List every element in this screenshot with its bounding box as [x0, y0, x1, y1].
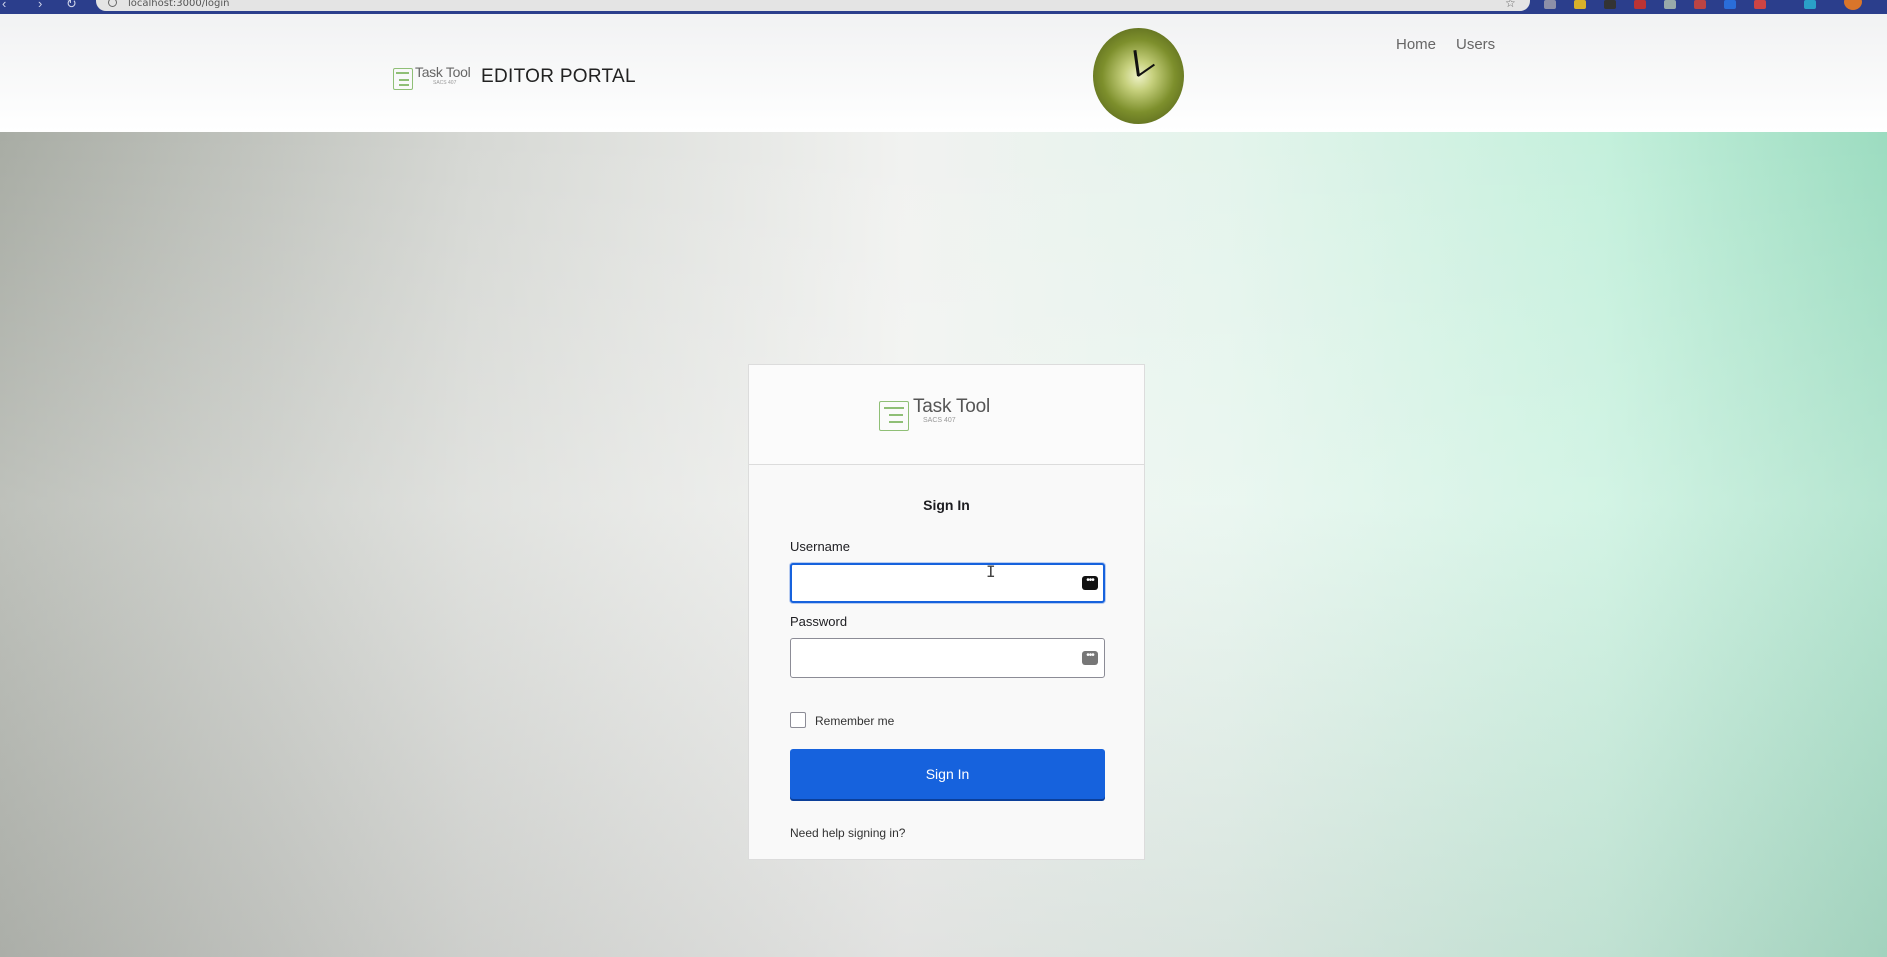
extension-icon[interactable]	[1754, 0, 1766, 9]
password-manager-icon[interactable]: •••	[1082, 576, 1098, 590]
sign-in-heading: Sign In	[923, 497, 970, 513]
kiwi-clock-image	[1093, 28, 1184, 124]
logo-subtext: SACS 407	[923, 417, 956, 424]
profile-avatar[interactable]	[1844, 0, 1862, 10]
extension-icon[interactable]	[1664, 0, 1676, 9]
extension-icon[interactable]	[1544, 0, 1556, 9]
reload-icon[interactable]: ↻	[66, 0, 77, 12]
back-icon[interactable]: ‹	[2, 0, 6, 11]
sign-in-button[interactable]: Sign In	[790, 749, 1105, 799]
remember-me-checkbox[interactable]	[790, 712, 806, 728]
password-manager-icon[interactable]: •••	[1082, 651, 1098, 665]
address-url: localhost:3000/login	[128, 0, 230, 9]
site-header: Task Tool SACS 407 EDITOR PORTAL Home Us…	[0, 14, 1887, 132]
login-card-header: Task Tool SACS 407	[749, 365, 1144, 465]
help-signing-in-link[interactable]: Need help signing in?	[790, 826, 905, 840]
site-info-icon[interactable]	[108, 0, 117, 7]
portal-title: EDITOR PORTAL	[481, 66, 636, 87]
clock-hour-hand	[1133, 50, 1140, 77]
extension-icon[interactable]	[1804, 0, 1816, 9]
extension-icon[interactable]	[1634, 0, 1646, 9]
remember-me-label[interactable]: Remember me	[815, 714, 894, 728]
extension-icon[interactable]	[1574, 0, 1586, 9]
clock-minute-hand	[1137, 63, 1155, 77]
nav-users-link[interactable]: Users	[1456, 36, 1495, 53]
password-label: Password	[790, 614, 848, 629]
bookmark-star-icon[interactable]: ☆	[1505, 0, 1516, 10]
browser-toolbar: ‹ › ↻ localhost:3000/login ☆	[0, 0, 1887, 14]
main-content: Task Tool SACS 407 Sign In Username ••• …	[0, 132, 1887, 957]
logo-subtext: SACS 407	[433, 80, 457, 86]
extension-icon[interactable]	[1724, 0, 1736, 9]
password-input[interactable]	[790, 638, 1105, 678]
task-tool-logo: Task Tool SACS 407	[393, 64, 475, 94]
extension-icon[interactable]	[1694, 0, 1706, 9]
checklist-icon	[393, 68, 413, 90]
task-tool-logo: Task Tool SACS 407	[879, 396, 1019, 435]
text-cursor-icon: I	[986, 562, 996, 581]
address-bar[interactable]: localhost:3000/login	[96, 0, 1530, 11]
forward-icon[interactable]: ›	[38, 0, 42, 11]
extension-icon[interactable]	[1604, 0, 1616, 9]
nav-home-link[interactable]: Home	[1396, 36, 1436, 53]
logo-text: Task Tool	[913, 396, 991, 417]
username-input[interactable]	[790, 563, 1105, 603]
checklist-icon	[879, 401, 909, 431]
username-label: Username	[790, 539, 850, 554]
login-card: Task Tool SACS 407 Sign In Username ••• …	[748, 364, 1145, 860]
logo-text: Task Tool	[415, 64, 471, 80]
